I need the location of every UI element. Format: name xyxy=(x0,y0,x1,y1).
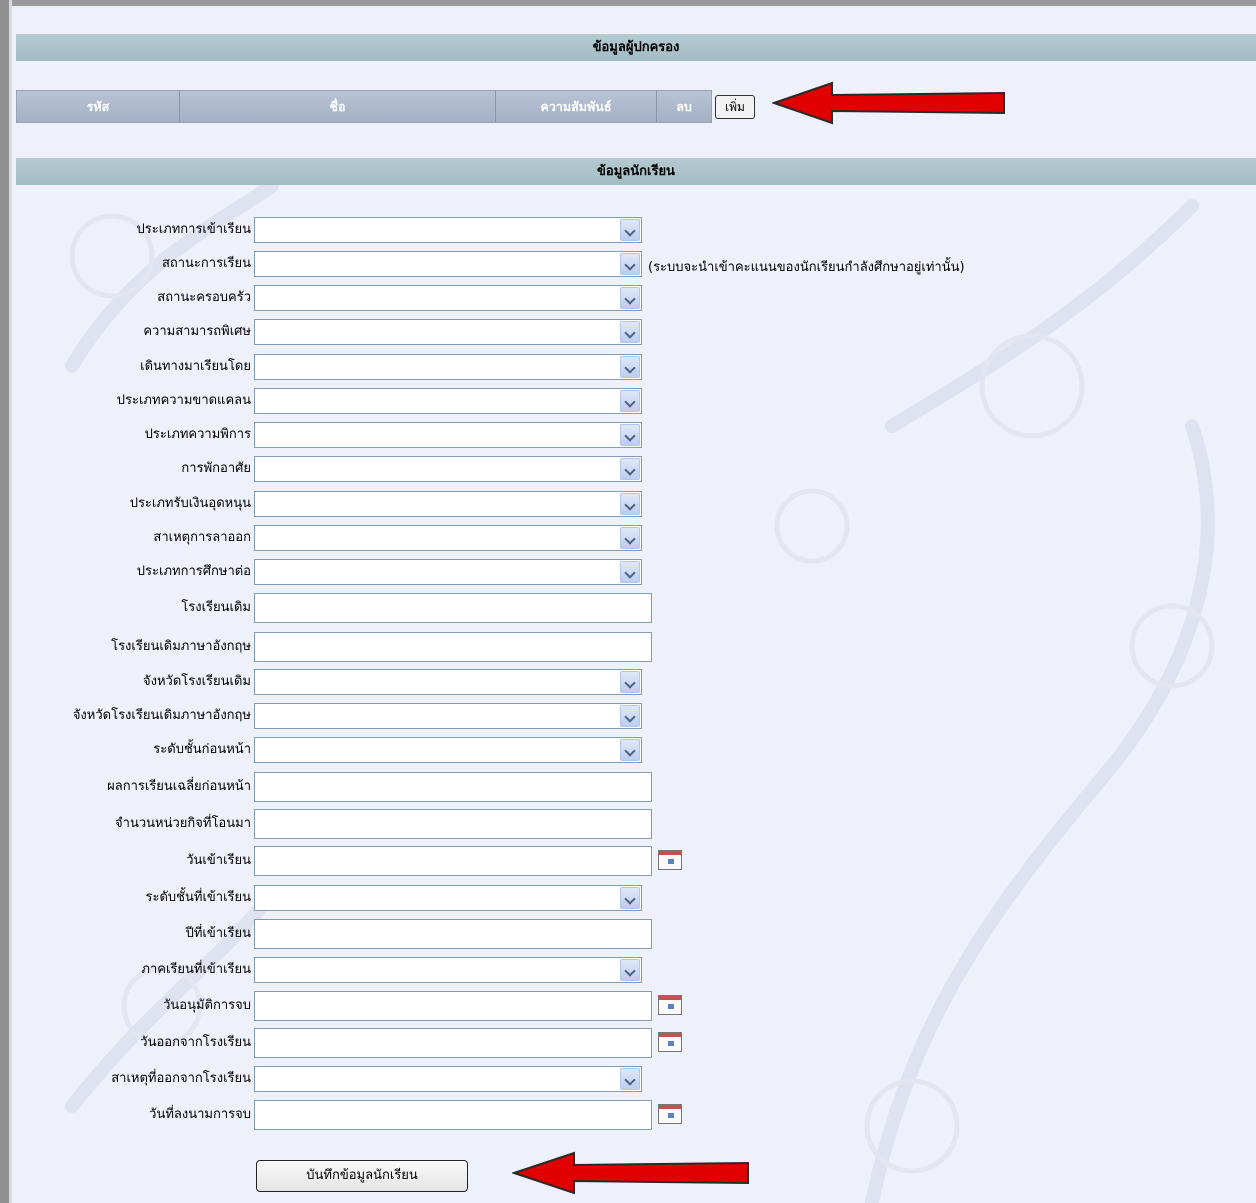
enrollment-date-input[interactable] xyxy=(254,846,652,876)
calendar-icon[interactable] xyxy=(658,995,682,1015)
label-family-status: สถานะครอบครัว xyxy=(157,290,251,305)
subsidy-type-select[interactable] xyxy=(254,491,642,517)
enrollment-grade-select[interactable] xyxy=(254,885,642,911)
disability-type-select[interactable] xyxy=(254,422,642,448)
label-previous-school-en: โรงเรียนเดิมภาษาอังกฤษ xyxy=(111,639,251,654)
label-residence: การพักอาศัย xyxy=(181,461,251,476)
label-transferred-credits: จำนวนหน่วยกิจที่โอนมา xyxy=(115,816,251,831)
label-dropout-reason: สาเหตุการลาออก xyxy=(153,530,251,545)
chevron-down-icon[interactable] xyxy=(620,527,640,549)
chevron-down-icon[interactable] xyxy=(620,458,640,480)
chevron-down-icon[interactable] xyxy=(620,356,640,378)
calendar-icon[interactable] xyxy=(658,850,682,870)
calendar-icon[interactable] xyxy=(658,1032,682,1052)
add-guardian-button[interactable]: เพิ่ม xyxy=(715,95,755,119)
save-student-button[interactable]: บันทึกข้อมูลนักเรียน xyxy=(256,1160,468,1192)
dropout-reason-select[interactable] xyxy=(254,525,642,551)
previous-school-input[interactable] xyxy=(254,593,652,623)
chevron-down-icon[interactable] xyxy=(620,887,640,909)
deprivation-type-select[interactable] xyxy=(254,388,642,414)
previous-school-province-select[interactable] xyxy=(254,669,642,695)
label-enrollment-grade: ระดับชั้นที่เข้าเรียน xyxy=(145,890,252,905)
label-disability-type: ประเภทความพิการ xyxy=(144,427,251,442)
label-previous-school-province: จังหวัดโรงเรียนเดิม xyxy=(143,674,251,689)
chevron-down-icon[interactable] xyxy=(620,390,640,412)
label-special-ability: ความสามารถพิเศษ xyxy=(143,324,251,339)
travel-method-select[interactable] xyxy=(254,354,642,380)
guardian-section-header: ข้อมูลผู้ปกครอง xyxy=(16,34,1256,61)
chevron-down-icon[interactable] xyxy=(620,219,640,241)
previous-school-en-input[interactable] xyxy=(254,632,652,662)
leave-school-reason-select[interactable] xyxy=(254,1066,642,1092)
label-leave-school-date: วันออกจากโรงเรียน xyxy=(140,1035,251,1050)
label-enrollment-date: วันเข้าเรียน xyxy=(186,853,251,868)
label-previous-grade-level: ระดับชั้นก่อนหน้า xyxy=(153,742,251,757)
graduation-approval-date-input[interactable] xyxy=(254,991,652,1021)
further-study-type-select[interactable] xyxy=(254,559,642,585)
label-travel-method: เดินทางมาเรียนโดย xyxy=(140,359,251,374)
chevron-down-icon[interactable] xyxy=(620,253,640,275)
label-subsidy-type: ประเภทรับเงินอุดหนุน xyxy=(129,496,251,511)
chevron-down-icon[interactable] xyxy=(620,321,640,343)
chevron-down-icon[interactable] xyxy=(620,705,640,727)
enrollment-type-select[interactable] xyxy=(254,217,642,243)
label-further-study-type: ประเภทการศึกษาต่อ xyxy=(136,564,251,579)
residence-select[interactable] xyxy=(254,456,642,482)
label-previous-school-province-en: จังหวัดโรงเรียนเดิมภาษาอังกฤษ xyxy=(72,708,251,723)
student-section-title: ข้อมูลนักเรียน xyxy=(597,164,675,179)
family-status-select[interactable] xyxy=(254,285,642,311)
label-enrollment-type: ประเภทการเข้าเรียน xyxy=(136,222,251,237)
window-left-border xyxy=(0,0,9,1203)
chevron-down-icon[interactable] xyxy=(620,561,640,583)
student-section-header: ข้อมูลนักเรียน xyxy=(16,158,1256,185)
label-graduation-approval-date: วันอนุมัติการจบ xyxy=(163,998,251,1013)
calendar-icon[interactable] xyxy=(658,1104,682,1124)
study-status-select[interactable] xyxy=(254,251,642,277)
annotation-arrow-add xyxy=(772,81,1005,125)
leave-school-date-input[interactable] xyxy=(254,1028,652,1058)
label-study-status: สถานะการเรียน xyxy=(161,256,251,271)
enrollment-year-input[interactable] xyxy=(254,919,652,949)
label-leave-school-reason: สาเหตุที่ออกจากโรงเรียน xyxy=(111,1071,251,1086)
chevron-down-icon[interactable] xyxy=(620,1068,640,1090)
previous-grade-level-select[interactable] xyxy=(254,737,642,763)
chevron-down-icon[interactable] xyxy=(620,671,640,693)
guardian-table-header: รหัส ชื่อ ความสัมพันธ์ ลบ xyxy=(16,90,712,123)
label-previous-gpa: ผลการเรียนเฉลี่ยก่อนหน้า xyxy=(107,779,251,794)
label-enrollment-year: ปีที่เข้าเรียน xyxy=(185,926,251,941)
previous-school-province-en-select[interactable] xyxy=(254,703,642,729)
column-header-relationship: ความสัมพันธ์ xyxy=(540,99,612,114)
label-enrollment-semester: ภาคเรียนที่เข้าเรียน xyxy=(141,962,251,977)
enrollment-semester-select[interactable] xyxy=(254,957,642,983)
label-deprivation-type: ประเภทความขาดแคลน xyxy=(116,393,251,408)
annotation-arrow-save xyxy=(512,1151,749,1195)
guardian-section-title: ข้อมูลผู้ปกครอง xyxy=(592,40,680,55)
study-status-note: (ระบบจะนำเข้าคะแนนของนักเรียนกำลังศึกษาอ… xyxy=(648,260,965,275)
column-header-name: ชื่อ xyxy=(329,99,346,114)
special-ability-select[interactable] xyxy=(254,319,642,345)
previous-gpa-input[interactable] xyxy=(254,772,652,802)
label-previous-school: โรงเรียนเดิม xyxy=(181,600,251,615)
chevron-down-icon[interactable] xyxy=(620,959,640,981)
graduation-signing-date-input[interactable] xyxy=(254,1100,652,1130)
column-header-id: รหัส xyxy=(86,99,110,114)
label-graduation-signing-date: วันที่ลงนามการจบ xyxy=(149,1107,251,1122)
chevron-down-icon[interactable] xyxy=(620,287,640,309)
chevron-down-icon[interactable] xyxy=(620,493,640,515)
chevron-down-icon[interactable] xyxy=(620,424,640,446)
chevron-down-icon[interactable] xyxy=(620,739,640,761)
column-header-delete: ลบ xyxy=(676,99,692,114)
transferred-credits-input[interactable] xyxy=(254,809,652,839)
